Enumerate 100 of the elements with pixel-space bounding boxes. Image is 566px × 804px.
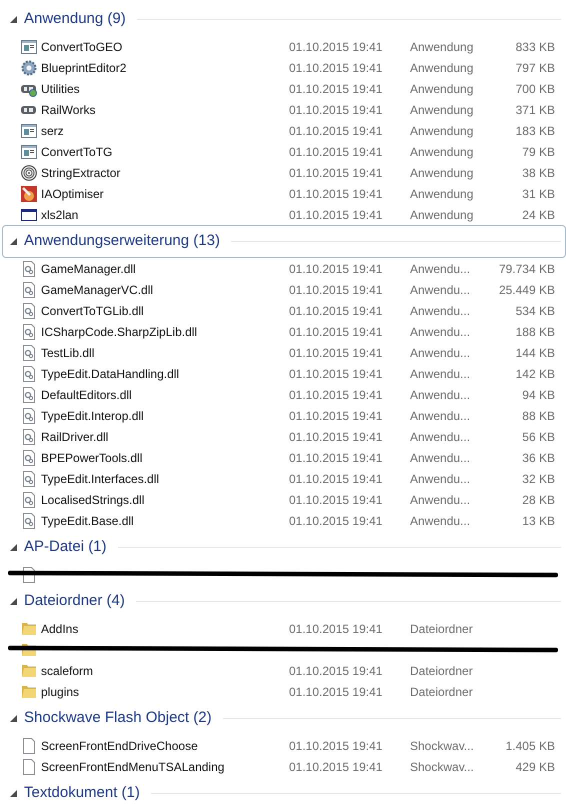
collapse-toggle-icon[interactable]	[10, 715, 17, 722]
file-row[interactable]: TestLib.dll 01.10.2015 19:41 Anwendu... 144 KB	[2, 342, 566, 363]
file-type: Dateiordner	[410, 662, 474, 680]
file-row[interactable]: ConvertToTGLib.dll 01.10.2015 19:41 Anwendu... 534 KB	[2, 300, 566, 321]
file-row[interactable]: GameManagerVC.dll 01.10.2015 19:41 Anwendu... 25.449 KB	[2, 279, 566, 300]
collapse-toggle-icon[interactable]	[10, 16, 17, 23]
modified-date: 01.10.2015 19:41	[289, 386, 384, 404]
file-row[interactable]: StringExtractor 01.10.2015 19:41 Anwendung 38 KB	[2, 162, 566, 183]
file-type: Shockwav...	[410, 758, 475, 776]
file-size: 88 KB	[522, 408, 555, 424]
file-row[interactable]: scaleform 01.10.2015 19:41 Dateiordner	[2, 660, 566, 681]
file-size: 24 KB	[522, 206, 555, 224]
file-row[interactable]: serz 01.10.2015 19:41 Anwendung 183 KB	[2, 120, 566, 141]
file-type: Anwendu...	[410, 492, 472, 508]
file-row[interactable]: TypeEdit.Interfaces.dll 01.10.2015 19:41 Anwendu... 32 KB	[2, 468, 566, 489]
file-size: 36 KB	[522, 450, 555, 466]
file-row[interactable]: BPEPowerTools.dll 01.10.2015 19:41 Anwendu... 36 KB	[2, 447, 566, 468]
modified-date: 01.10.2015 19:41	[289, 38, 384, 56]
modified-date: 01.10.2015 19:41	[289, 512, 384, 530]
modified-date: 01.10.2015 19:41	[289, 428, 384, 446]
file-type: Anwendung	[410, 60, 474, 76]
file-name: BPEPowerTools.dll	[41, 450, 142, 466]
file-row[interactable]: plugins 01.10.2015 19:41 Dateiordner	[2, 681, 566, 702]
modified-date: 01.10.2015 19:41	[289, 738, 384, 754]
modified-date: 01.10.2015 19:41	[289, 470, 384, 488]
file-row[interactable]: GameManager.dll 01.10.2015 19:41 Anwendu... 79.734 KB	[2, 258, 566, 279]
modified-date: 01.10.2015 19:41	[289, 282, 384, 298]
collapse-toggle-icon[interactable]	[10, 598, 17, 605]
settings-file-icon	[21, 450, 37, 466]
file-row[interactable]: ConvertToTG 01.10.2015 19:41 Anwendung 79 KB	[2, 141, 566, 162]
settings-file-icon	[21, 302, 37, 318]
file-row[interactable]: ScreenFrontEndMenuTSALanding 01.10.2015 19:41 Shockwav... 429 KB	[2, 756, 566, 777]
file-type: Anwendung	[410, 144, 474, 160]
file-name: GameManagerVC.dll	[41, 282, 154, 298]
file-size: 79.734 KB	[498, 260, 555, 278]
file-type: Anwendu...	[410, 408, 472, 424]
file-row[interactable]: ScreenFrontEndDriveChoose 01.10.2015 19:41 Shockwav... 1.405 KB	[2, 735, 566, 756]
file-name: TypeEdit.Interfaces.dll	[41, 470, 160, 488]
modified-date: 01.10.2015 19:41	[289, 206, 384, 224]
file-row[interactable]: ICSharpCode.SharpZipLib.dll 01.10.2015 19:41 Anwendu... 188 KB	[2, 321, 566, 342]
file-row[interactable]: BlueprintEditor2 01.10.2015 19:41 Anwendung 797 KB	[2, 57, 566, 78]
settings-file-icon	[21, 492, 37, 508]
file-row[interactable]: IAOptimiser 01.10.2015 19:41 Anwendung 31 KB	[2, 183, 566, 204]
gear-icon	[21, 60, 37, 76]
file-name: StringExtractor	[41, 164, 120, 182]
folder-icon	[21, 620, 37, 636]
group-header[interactable]: Textdokument (1)	[2, 777, 566, 804]
file-size: 142 KB	[516, 366, 555, 382]
file-row[interactable]: TypeEdit.Base.dll 01.10.2015 19:41 Anwendu... 13 KB	[2, 510, 566, 531]
file-type: Anwendu...	[410, 428, 472, 446]
group-header[interactable]: AP-Datei (1)	[2, 531, 566, 564]
file-size: 144 KB	[516, 344, 555, 362]
file-row[interactable]: AddIns 01.10.2015 19:41 Dateiordner	[2, 618, 566, 639]
group-header[interactable]: Shockwave Flash Object (2)	[2, 702, 566, 735]
group-header[interactable]: Anwendung (9)	[2, 3, 566, 36]
file-name: TypeEdit.DataHandling.dll	[41, 366, 180, 382]
file-size: 833 KB	[516, 38, 555, 56]
modified-date: 01.10.2015 19:41	[289, 344, 384, 362]
file-row[interactable]: DefaultEditors.dll 01.10.2015 19:41 Anwendu... 94 KB	[2, 384, 566, 405]
modified-date: 01.10.2015 19:41	[289, 122, 384, 140]
file-row[interactable]: TypeEdit.Interop.dll 01.10.2015 19:41 Anwendu... 88 KB	[2, 405, 566, 426]
settings-file-icon	[21, 512, 37, 528]
settings-file-icon	[21, 428, 37, 444]
group-title: Anwendungserweiterung (13)	[24, 231, 220, 252]
modified-date: 01.10.2015 19:41	[289, 684, 384, 700]
file-name: TypeEdit.Base.dll	[41, 512, 134, 530]
group-title: Textdokument (1)	[24, 783, 140, 804]
file-row[interactable]: ConvertToGEO 01.10.2015 19:41 Anwendung 833 KB	[2, 36, 566, 57]
file-size: 79 KB	[522, 144, 555, 160]
file-name: LocalisedStrings.dll	[41, 492, 144, 508]
collapse-toggle-icon[interactable]	[10, 238, 17, 245]
file-row[interactable]: xls2lan 01.10.2015 19:41 Anwendung 24 KB	[2, 204, 566, 225]
group-header[interactable]: Dateiordner (4)	[2, 585, 566, 618]
application-window-icon	[21, 38, 37, 54]
file-row[interactable]: LocalisedStrings.dll 01.10.2015 19:41 Anwendu... 28 KB	[2, 489, 566, 510]
file-size: 188 KB	[516, 324, 555, 340]
file-size: 56 KB	[522, 428, 555, 446]
settings-file-icon	[21, 344, 37, 360]
file-name: GameManager.dll	[41, 260, 136, 278]
file-size: 1.405 KB	[506, 738, 555, 754]
file-row[interactable]: RailWorks 01.10.2015 19:41 Anwendung 371 KB	[2, 99, 566, 120]
file-type: Anwendung	[410, 206, 474, 224]
file-row[interactable]: RailDriver.dll 01.10.2015 19:41 Anwendu... 56 KB	[2, 426, 566, 447]
file-row[interactable]: Utilities 01.10.2015 19:41 Anwendung 700 KB	[2, 78, 566, 99]
file-row[interactable]: TypeEdit.DataHandling.dll 01.10.2015 19:41 Anwendu... 142 KB	[2, 363, 566, 384]
group-title: Anwendung (9)	[24, 9, 126, 30]
collapse-toggle-icon[interactable]	[10, 544, 17, 551]
collapse-toggle-icon[interactable]	[10, 790, 17, 797]
file-size: 797 KB	[516, 60, 555, 76]
folder-icon	[21, 662, 37, 678]
file-type: Anwendung	[410, 80, 474, 98]
file-size: 534 KB	[516, 302, 555, 320]
file-type: Anwendung	[410, 102, 474, 118]
group-header[interactable]: Anwendungserweiterung (13)	[2, 225, 566, 258]
file-size: 94 KB	[522, 386, 555, 404]
file-size: 183 KB	[516, 122, 555, 140]
modified-date: 01.10.2015 19:41	[289, 324, 384, 340]
settings-file-icon	[21, 282, 37, 298]
group-title: Dateiordner (4)	[24, 591, 125, 612]
file-size: 25.449 KB	[498, 282, 555, 298]
